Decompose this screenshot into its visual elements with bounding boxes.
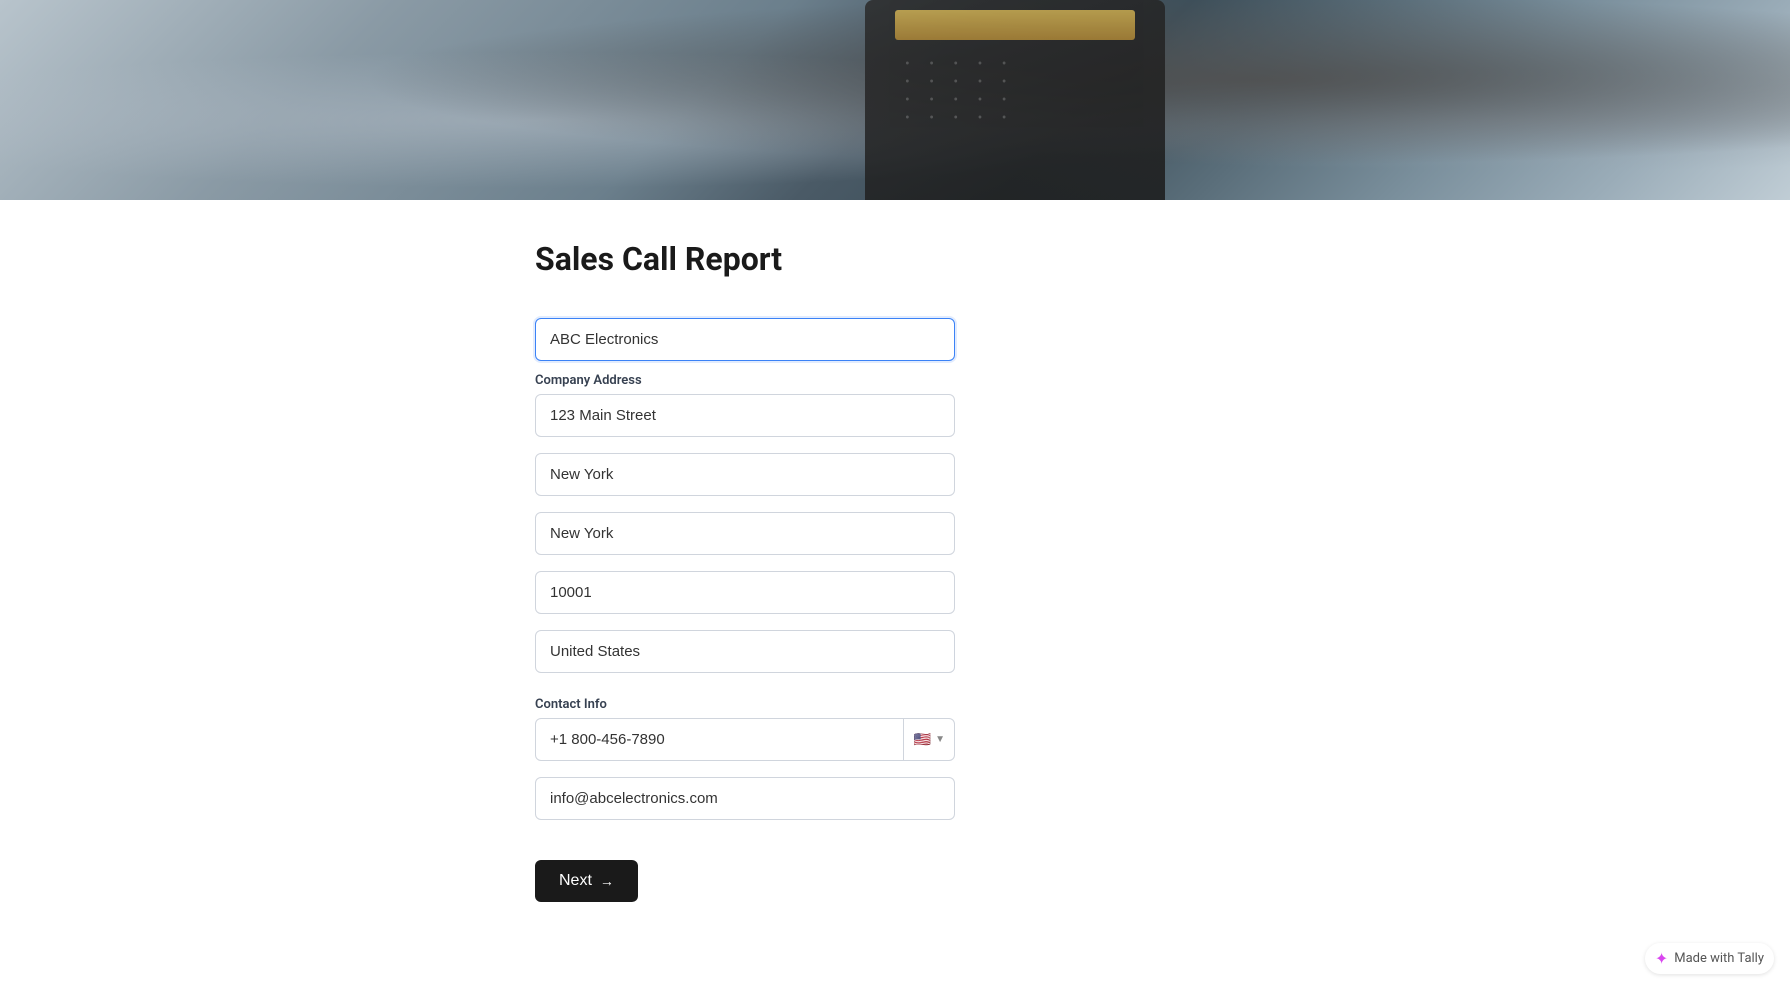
phone-flag-selector[interactable]: 🇺🇸 ▼	[903, 718, 955, 761]
page-title: Sales Call Report	[535, 240, 1255, 278]
city-group	[535, 453, 1255, 496]
contact-section: Contact Info 🇺🇸 ▼	[535, 697, 1255, 828]
address-section-label: Company Address	[535, 373, 1255, 388]
country-input[interactable]	[535, 630, 955, 673]
phone-group: 🇺🇸 ▼	[535, 718, 1255, 761]
tally-star-icon: ✦	[1655, 949, 1668, 968]
flag-icon: 🇺🇸	[914, 732, 931, 748]
email-group	[535, 777, 1255, 820]
state-group	[535, 512, 1255, 555]
address-inputs	[535, 394, 1255, 681]
company-name-input[interactable]	[535, 318, 955, 361]
street-group	[535, 394, 1255, 437]
form-sections: Company Address	[535, 318, 1255, 902]
state-input[interactable]	[535, 512, 955, 555]
tally-label: Made with Tally	[1674, 951, 1764, 966]
hero-banner	[0, 0, 1790, 200]
form-container: Sales Call Report Company Address	[515, 200, 1275, 982]
phone-input-wrapper: 🇺🇸 ▼	[535, 718, 955, 761]
arrow-right-icon: →	[600, 873, 614, 889]
hero-phone-decoration	[865, 0, 1165, 200]
city-input[interactable]	[535, 453, 955, 496]
tally-badge[interactable]: ✦ Made with Tally	[1645, 943, 1774, 974]
chevron-down-icon: ▼	[935, 734, 945, 745]
zip-group	[535, 571, 1255, 614]
contact-inputs: 🇺🇸 ▼	[535, 718, 1255, 828]
next-button-label: Next	[559, 872, 592, 890]
phone-input[interactable]	[535, 718, 955, 761]
zip-input[interactable]	[535, 571, 955, 614]
company-name-group	[535, 318, 1255, 361]
address-section: Company Address	[535, 373, 1255, 681]
street-input[interactable]	[535, 394, 955, 437]
contact-section-label: Contact Info	[535, 697, 1255, 712]
next-button[interactable]: Next →	[535, 860, 638, 902]
email-input[interactable]	[535, 777, 955, 820]
country-group	[535, 630, 1255, 673]
